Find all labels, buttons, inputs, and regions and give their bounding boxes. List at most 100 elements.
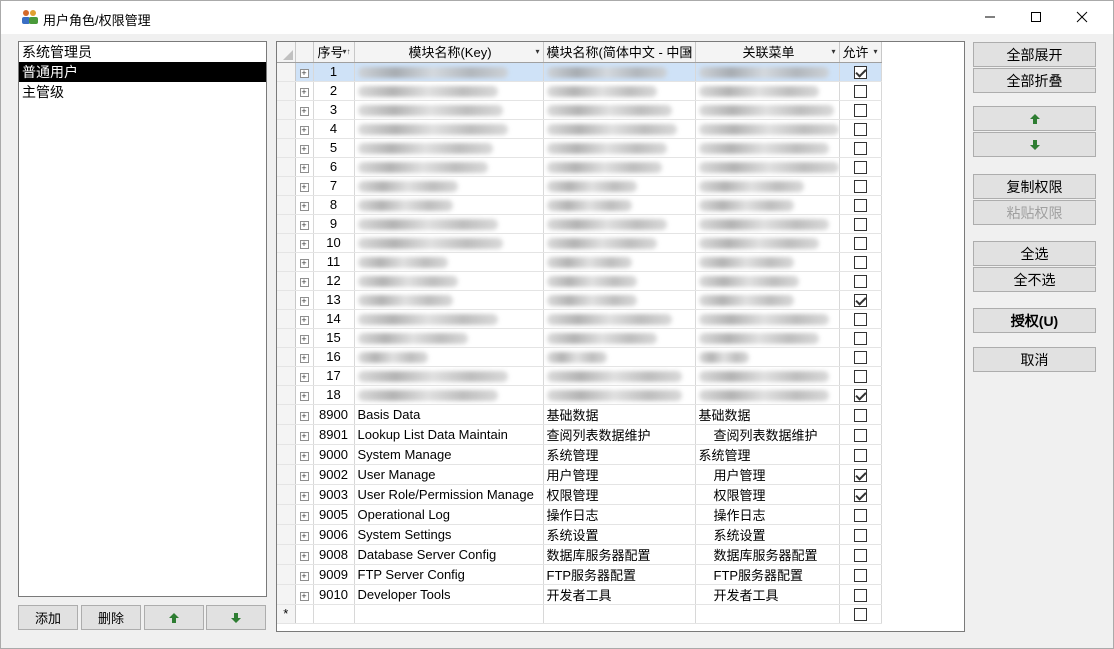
minimize-button[interactable] xyxy=(967,1,1013,33)
authorize-button[interactable]: 授权(U) xyxy=(973,308,1096,333)
table-row[interactable]: +2 xyxy=(277,81,882,101)
expand-toggle[interactable]: + xyxy=(295,564,314,585)
row-indicator[interactable] xyxy=(277,233,296,253)
allow-checkbox[interactable] xyxy=(853,448,867,462)
move-role-up-button[interactable] xyxy=(144,605,204,630)
allow-checkbox-cell[interactable] xyxy=(839,404,882,425)
table-row[interactable]: +8901 Lookup List Data Maintain 查阅列表数据维护 查阅… xyxy=(277,424,882,445)
allow-checkbox-cell[interactable] xyxy=(839,584,882,605)
row-indicator[interactable] xyxy=(277,444,296,465)
allow-checkbox-cell[interactable] xyxy=(839,484,882,505)
row-indicator[interactable] xyxy=(277,584,296,605)
table-row[interactable]: +17 xyxy=(277,366,882,386)
expand-all-button[interactable]: 全部展开 xyxy=(973,42,1096,67)
expand-toggle[interactable]: + xyxy=(295,404,314,425)
allow-checkbox[interactable] xyxy=(853,66,867,80)
table-row[interactable]: +14 xyxy=(277,309,882,329)
allow-checkbox-cell[interactable] xyxy=(839,290,882,310)
filter-icon[interactable]: ▾ xyxy=(873,47,877,56)
table-row[interactable]: +9010 Developer Tools 开发者工具 开发者工具 xyxy=(277,584,882,605)
allow-checkbox-cell[interactable] xyxy=(839,252,882,272)
expand-toggle[interactable]: + xyxy=(295,138,314,158)
table-row[interactable]: +9003 User Role/Permission Manage 权限管理 权限管理 xyxy=(277,484,882,505)
expand-toggle[interactable]: + xyxy=(295,504,314,525)
table-row[interactable]: +1 xyxy=(277,62,882,82)
header-menu[interactable]: 关联菜单 ▾ xyxy=(695,42,840,63)
allow-checkbox-cell[interactable] xyxy=(839,524,882,545)
row-indicator[interactable] xyxy=(277,62,296,82)
allow-checkbox[interactable] xyxy=(853,294,867,308)
expand-toggle[interactable]: + xyxy=(295,464,314,485)
allow-checkbox[interactable] xyxy=(853,104,867,118)
allow-checkbox-cell[interactable] xyxy=(839,504,882,525)
role-item[interactable]: 主管级 xyxy=(19,82,266,102)
table-row[interactable]: +5 xyxy=(277,138,882,158)
allow-checkbox[interactable] xyxy=(853,568,867,582)
row-indicator[interactable] xyxy=(277,138,296,158)
allow-checkbox[interactable] xyxy=(853,528,867,542)
row-indicator[interactable] xyxy=(277,484,296,505)
row-indicator[interactable] xyxy=(277,464,296,485)
expand-toggle[interactable]: + xyxy=(295,100,314,120)
row-indicator[interactable] xyxy=(277,100,296,120)
permission-grid[interactable]: 序号 ▾↑ 模块名称(Key) ▾ 模块名称(简体中文 - 中国 ▾ 关联菜单 ▾ 允许… xyxy=(276,41,965,632)
filter-icon[interactable]: ▾ xyxy=(831,47,835,56)
allow-checkbox-cell[interactable] xyxy=(839,233,882,253)
role-item[interactable]: 普通用户 xyxy=(19,62,266,82)
row-indicator[interactable] xyxy=(277,504,296,525)
allow-checkbox[interactable] xyxy=(853,389,867,403)
table-row[interactable]: +9006 System Settings 系统设置 系统设置 xyxy=(277,524,882,545)
allow-checkbox[interactable] xyxy=(853,608,867,622)
expand-toggle[interactable]: + xyxy=(295,271,314,291)
row-indicator[interactable] xyxy=(277,544,296,565)
row-indicator[interactable] xyxy=(277,119,296,139)
select-none-button[interactable]: 全不选 xyxy=(973,267,1096,292)
delete-role-button[interactable]: 删除 xyxy=(81,605,141,630)
allow-checkbox[interactable] xyxy=(853,142,867,156)
row-indicator[interactable] xyxy=(277,564,296,585)
allow-checkbox-cell[interactable] xyxy=(839,157,882,177)
allow-checkbox[interactable] xyxy=(853,218,867,232)
expand-toggle[interactable]: + xyxy=(295,444,314,465)
header-cn[interactable]: 模块名称(简体中文 - 中国 ▾ xyxy=(543,42,696,63)
row-indicator[interactable] xyxy=(277,404,296,425)
allow-checkbox[interactable] xyxy=(853,199,867,213)
row-indicator[interactable] xyxy=(277,81,296,101)
allow-checkbox-cell[interactable] xyxy=(839,328,882,348)
move-up-button[interactable] xyxy=(973,106,1096,131)
allow-checkbox-cell[interactable] xyxy=(839,214,882,234)
select-all-button[interactable]: 全选 xyxy=(973,241,1096,266)
row-indicator[interactable] xyxy=(277,252,296,272)
allow-checkbox[interactable] xyxy=(853,488,867,502)
table-row[interactable]: +16 xyxy=(277,347,882,367)
expand-toggle[interactable]: + xyxy=(295,214,314,234)
allow-checkbox[interactable] xyxy=(853,370,867,384)
allow-checkbox-cell[interactable] xyxy=(839,464,882,485)
filter-icon[interactable]: ▾ xyxy=(687,47,691,56)
allow-checkbox-cell[interactable] xyxy=(839,271,882,291)
expand-toggle[interactable]: + xyxy=(295,584,314,605)
allow-checkbox[interactable] xyxy=(853,428,867,442)
table-row[interactable]: +4 xyxy=(277,119,882,139)
role-item[interactable]: 系统管理员 xyxy=(19,42,266,62)
table-row[interactable]: +9000 System Manage 系统管理 系统管理 xyxy=(277,444,882,465)
table-row[interactable]: +11 xyxy=(277,252,882,272)
expand-toggle[interactable]: + xyxy=(295,252,314,272)
allow-checkbox-cell[interactable] xyxy=(839,544,882,565)
row-indicator[interactable] xyxy=(277,195,296,215)
allow-checkbox[interactable] xyxy=(853,275,867,289)
row-indicator[interactable] xyxy=(277,328,296,348)
table-row[interactable]: +10 xyxy=(277,233,882,253)
row-indicator[interactable] xyxy=(277,271,296,291)
table-row[interactable]: +3 xyxy=(277,100,882,120)
allow-checkbox-cell[interactable] xyxy=(839,309,882,329)
header-allow[interactable]: 允许 ▾ xyxy=(839,42,882,63)
header-corner[interactable] xyxy=(277,42,296,63)
expand-toggle[interactable]: + xyxy=(295,233,314,253)
filter-icon[interactable]: ▾ xyxy=(535,47,539,56)
allow-checkbox[interactable] xyxy=(853,85,867,99)
collapse-all-button[interactable]: 全部折叠 xyxy=(973,68,1096,93)
table-row[interactable]: +15 xyxy=(277,328,882,348)
allow-checkbox-cell[interactable] xyxy=(839,81,882,101)
add-role-button[interactable]: 添加 xyxy=(18,605,78,630)
